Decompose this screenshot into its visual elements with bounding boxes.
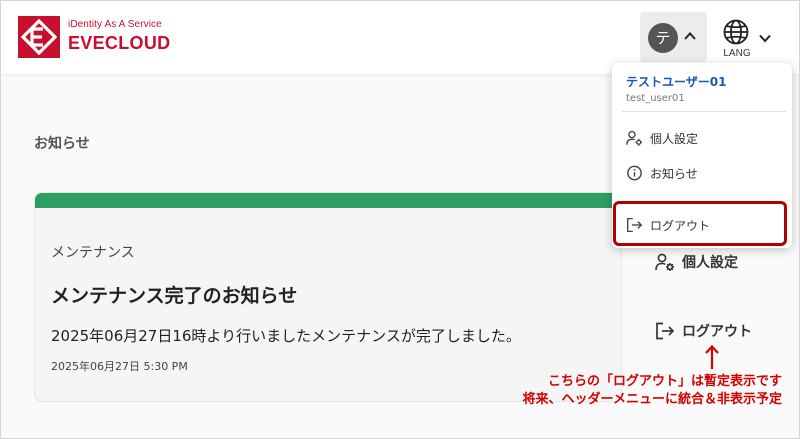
side-menu-profile-label: 個人設定	[682, 255, 738, 271]
evecloud-logo[interactable]	[18, 16, 60, 58]
user-gear-icon	[626, 130, 643, 146]
arrow-up-icon	[705, 344, 719, 369]
user-gear-icon	[655, 253, 674, 271]
notice-date: 2025年06月27日 5:30 PM	[51, 360, 188, 373]
brand-tagline: iDentity As A Service	[68, 19, 162, 30]
dropdown-user-name: テストユーザー01	[626, 75, 727, 89]
notice-card[interactable]: メンテナンス メンテナンス完了のお知らせ 2025年06月27日16時より行いま…	[34, 192, 622, 402]
logout-icon	[656, 322, 675, 340]
card-status-bar	[35, 193, 621, 208]
dropdown-user-id: test_user01	[626, 93, 685, 104]
chevron-down-icon[interactable]	[758, 31, 772, 45]
user-menu-button[interactable]: テ	[640, 12, 707, 62]
brand-name: EVECLOUD	[68, 33, 171, 53]
notice-title: メンテナンス完了のお知らせ	[51, 285, 298, 307]
notice-body: 2025年06月27日16時より行いましたメンテナンスが完了しました。	[51, 327, 521, 345]
avatar: テ	[648, 23, 678, 53]
side-menu-logout-label: ログアウト	[682, 324, 752, 340]
page-title: お知らせ	[34, 136, 90, 152]
logout-highlight-box	[613, 201, 787, 246]
chevron-up-icon	[684, 32, 696, 40]
annotation-line-2: 将来、ヘッダーメニューに統合＆非表示予定	[522, 392, 782, 407]
divider	[622, 111, 786, 112]
globe-icon	[723, 19, 749, 45]
info-icon	[627, 165, 642, 181]
lang-label: LANG	[723, 48, 751, 59]
annotation-line-1: こちらの「ログアウト」は暫定表示です	[547, 374, 782, 389]
dropdown-item-label: お知らせ	[650, 167, 698, 181]
language-button[interactable]: LANG	[718, 18, 756, 62]
dropdown-item-label: 個人設定	[650, 132, 699, 146]
notice-category: メンテナンス	[51, 245, 135, 261]
